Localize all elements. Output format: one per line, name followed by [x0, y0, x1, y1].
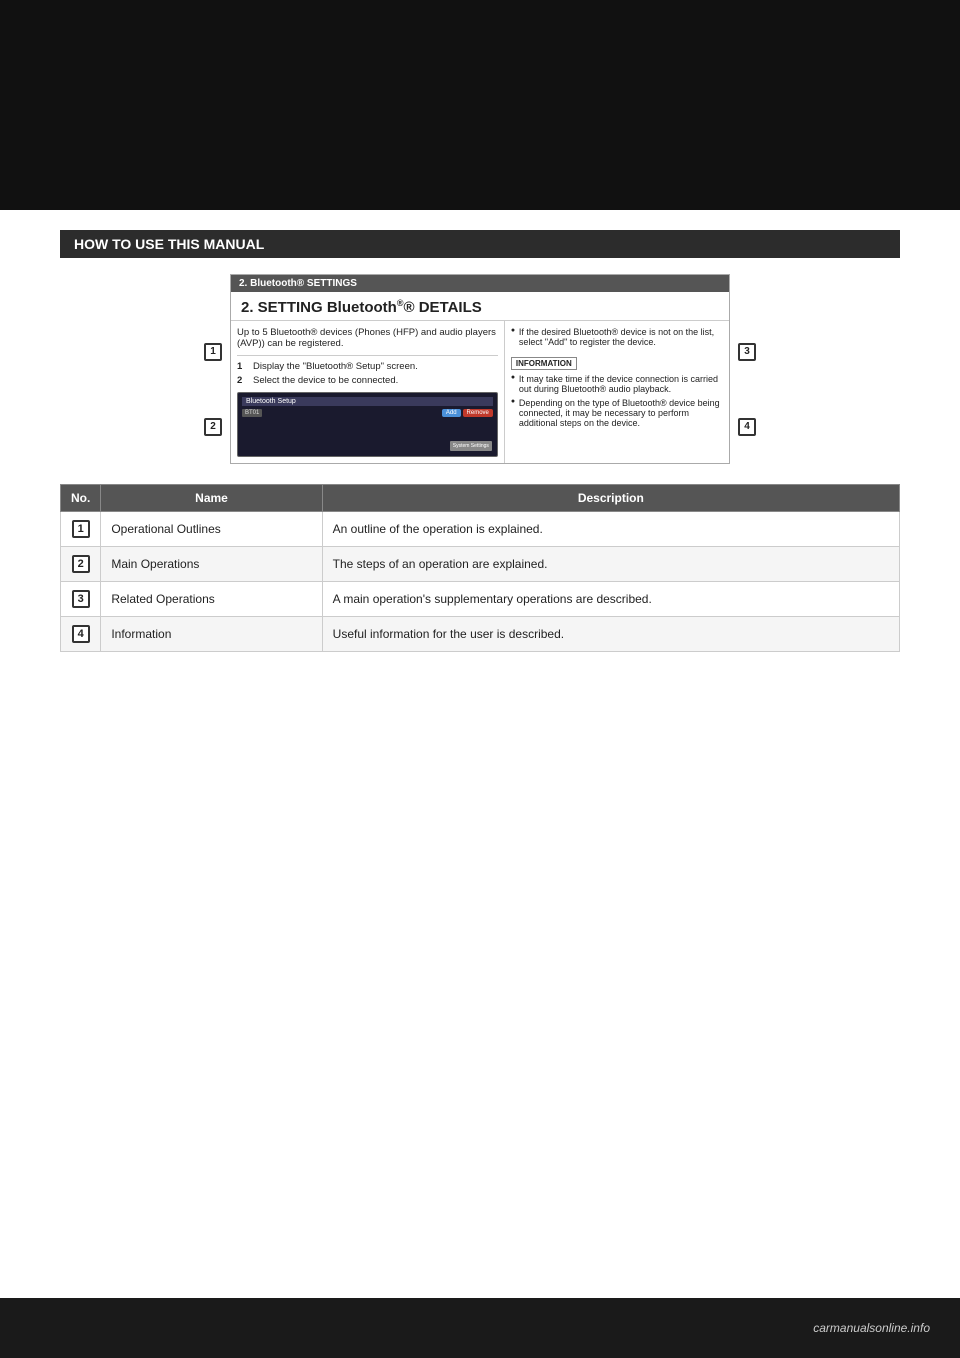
- right-markers: 3 4: [730, 274, 756, 464]
- left-markers: 1 2: [204, 274, 230, 464]
- col-no: No.: [61, 485, 101, 512]
- table-head-row: No. Name Description: [61, 485, 900, 512]
- row3-desc: A main operation's supplementary operati…: [322, 582, 899, 617]
- table-row: 2 Main Operations The steps of an operat…: [61, 547, 900, 582]
- screen-system-btn: System Settings: [450, 441, 492, 451]
- row3-name: Related Operations: [101, 582, 322, 617]
- table-head: No. Name Description: [61, 485, 900, 512]
- content-area: HOW TO USE THIS MANUAL 1 2 2. Bluetooth®…: [0, 210, 960, 692]
- row2-no: 2: [61, 547, 101, 582]
- bottom-area: [0, 732, 960, 1232]
- row1-no: 1: [61, 512, 101, 547]
- info-table: No. Name Description 1 Operational Outli…: [60, 484, 900, 652]
- diagram-subheader: 2. Bluetooth® SETTINGS: [231, 275, 729, 292]
- diagram-title: 2. SETTING Bluetooth®® DETAILS: [231, 292, 729, 321]
- info-bullet-1: It may take time if the device connectio…: [511, 374, 723, 394]
- left-description: Up to 5 Bluetooth® devices (Phones (HFP)…: [237, 327, 498, 349]
- col-name: Name: [101, 485, 322, 512]
- section-header: HOW TO USE THIS MANUAL: [60, 230, 900, 258]
- diagram-right: If the desired Bluetooth® device is not …: [505, 321, 729, 463]
- diagram-content: Up to 5 Bluetooth® devices (Phones (HFP)…: [231, 321, 729, 463]
- page-wrapper: HOW TO USE THIS MANUAL 1 2 2. Bluetooth®…: [0, 0, 960, 1358]
- screen-remove-btn: Remove: [463, 409, 493, 417]
- marker-1: 1: [204, 343, 222, 361]
- row4-desc: Useful information for the user is descr…: [322, 617, 899, 652]
- footer-logo: carmanualsonline.info: [813, 1321, 930, 1335]
- step-2: 2 Select the device to be connected.: [237, 375, 498, 386]
- diagram-steps: 1 Display the "Bluetooth® Setup" screen.…: [237, 355, 498, 386]
- table-body: 1 Operational Outlines An outline of the…: [61, 512, 900, 652]
- row4-name: Information: [101, 617, 322, 652]
- diagram-box: 2. Bluetooth® SETTINGS 2. SETTING Blueto…: [230, 274, 730, 464]
- table-row: 4 Information Useful information for the…: [61, 617, 900, 652]
- screen-bt-item: BT01: [242, 409, 262, 417]
- info-bullet-2: Depending on the type of Bluetooth® devi…: [511, 398, 723, 428]
- row1-name: Operational Outlines: [101, 512, 322, 547]
- row4-no: 4: [61, 617, 101, 652]
- marker-2: 2: [204, 418, 222, 436]
- step-1: 1 Display the "Bluetooth® Setup" screen.: [237, 361, 498, 372]
- marker-4: 4: [738, 418, 756, 436]
- bottom-bar: carmanualsonline.info: [0, 1298, 960, 1358]
- row3-no: 3: [61, 582, 101, 617]
- col-description: Description: [322, 485, 899, 512]
- row2-name: Main Operations: [101, 547, 322, 582]
- diagram-left: Up to 5 Bluetooth® devices (Phones (HFP)…: [231, 321, 505, 463]
- top-bar: [0, 0, 960, 210]
- right-bullet: If the desired Bluetooth® device is not …: [511, 327, 723, 347]
- row1-desc: An outline of the operation is explained…: [322, 512, 899, 547]
- section-header-text: HOW TO USE THIS MANUAL: [74, 236, 264, 252]
- screen-row-1: BT01 Add Remove: [242, 409, 493, 417]
- diagram-area: 1 2 2. Bluetooth® SETTINGS 2. SETTING Bl…: [60, 274, 900, 464]
- screen-header: Bluetooth Setup: [242, 397, 493, 406]
- row2-desc: The steps of an operation are explained.: [322, 547, 899, 582]
- screen-mockup: Bluetooth Setup BT01 Add: [237, 392, 498, 457]
- info-box-label: INFORMATION: [511, 357, 577, 370]
- screen-add-btn: Add: [442, 409, 461, 417]
- table-row: 3 Related Operations A main operation's …: [61, 582, 900, 617]
- table-row: 1 Operational Outlines An outline of the…: [61, 512, 900, 547]
- marker-3: 3: [738, 343, 756, 361]
